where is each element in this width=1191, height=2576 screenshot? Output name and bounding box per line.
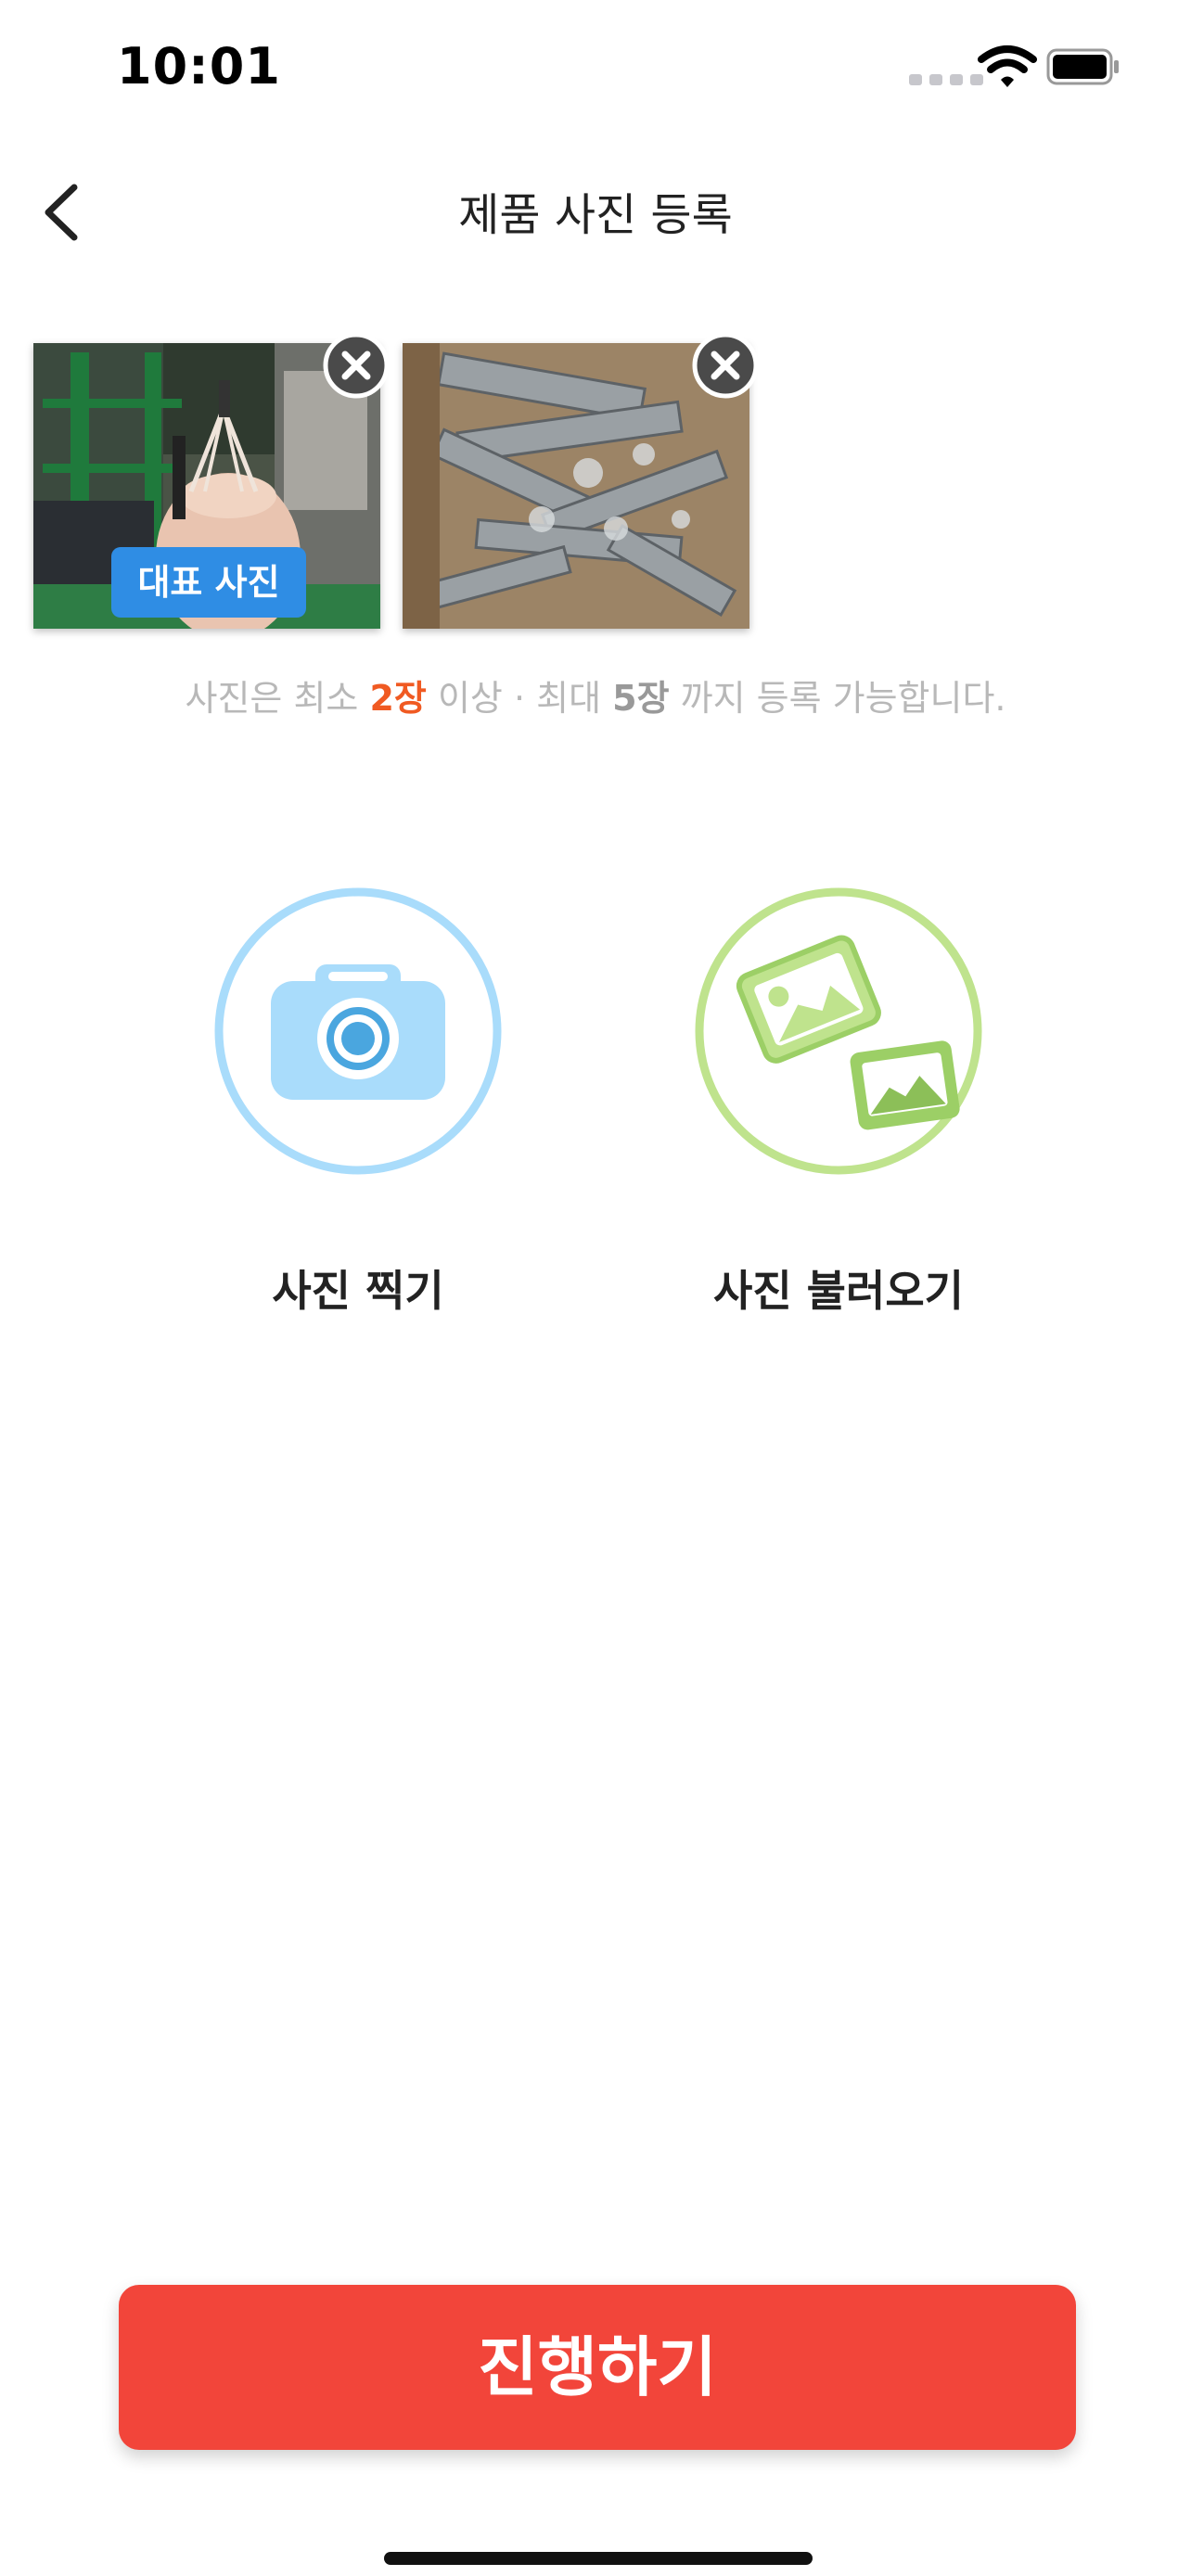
take-photo-label: 사진 찍기: [272, 1266, 444, 1316]
wifi-icon: [978, 45, 1037, 89]
load-photo-label: 사진 불러오기: [713, 1266, 964, 1316]
gallery-icon: [695, 887, 982, 1175]
battery-icon: [1046, 48, 1121, 85]
take-photo-button[interactable]: [213, 886, 503, 1176]
close-icon: [692, 332, 759, 399]
page-title: 제품 사진 등록: [458, 189, 733, 241]
remove-photo-button[interactable]: [323, 332, 390, 399]
close-icon: [323, 332, 390, 399]
max-count: 5장: [612, 678, 670, 719]
remove-photo-button[interactable]: [692, 332, 759, 399]
notice-text: 사진은 최소: [185, 678, 370, 719]
status-time: 10:01: [117, 37, 281, 96]
home-indicator: [384, 2552, 813, 2565]
proceed-button[interactable]: 진행하기: [119, 2285, 1076, 2450]
notice-text: 까지 등록 가능합니다.: [669, 678, 1006, 719]
load-photo-button[interactable]: [694, 886, 983, 1176]
notice-text: 이상 · 최대: [426, 678, 613, 719]
camera-icon: [214, 887, 502, 1175]
min-count: 2장: [369, 678, 427, 719]
photo-count-notice: 사진은 최소 2장 이상 · 최대 5장 까지 등록 가능합니다.: [0, 670, 1191, 721]
representative-photo-badge: 대표 사진: [111, 547, 306, 618]
